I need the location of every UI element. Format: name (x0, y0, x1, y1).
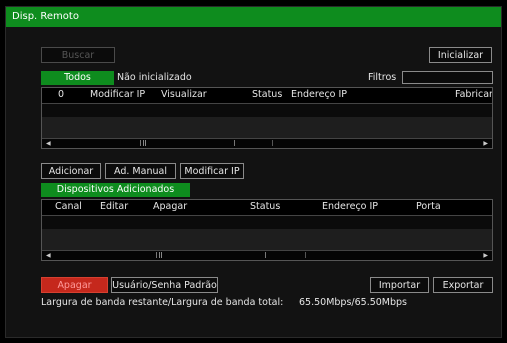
delete-button[interactable]: Apagar (41, 277, 108, 293)
column-header-status: Status (250, 201, 281, 212)
horizontal-scrollbar[interactable]: ◀ ▶ (42, 138, 492, 148)
manual-add-button[interactable]: Ad. Manual (105, 163, 176, 179)
scroll-right-icon[interactable]: ▶ (483, 251, 488, 260)
column-header-manufacturer: Fabricant (455, 89, 492, 100)
scrollbar-thumb[interactable] (156, 252, 266, 258)
import-button[interactable]: Importar (370, 277, 429, 293)
column-header-ip-address: Endereço IP (291, 89, 348, 100)
found-table-header: 0 Modificar IP Visualizar Status Endereç… (42, 88, 492, 104)
window-title: Disp. Remoto (6, 7, 501, 27)
bandwidth-value: 65.50Mbps/65.50Mbps (299, 297, 408, 308)
column-header-delete: Apagar (153, 201, 188, 212)
column-header-select-all[interactable]: 0 (58, 89, 64, 100)
export-button[interactable]: Exportar (433, 277, 493, 293)
column-header-modify-ip: Modificar IP (90, 89, 146, 100)
scroll-left-icon[interactable]: ◀ (46, 139, 51, 148)
initialize-button[interactable]: Inicializar (429, 47, 492, 63)
column-header-ip-address: Endereço IP (322, 201, 379, 212)
scroll-divider (305, 252, 306, 258)
table-row[interactable] (42, 229, 492, 242)
column-header-view: Visualizar (161, 89, 207, 100)
thumb-grip (145, 140, 146, 146)
table-row[interactable] (42, 117, 492, 130)
thumb-grip (161, 252, 162, 258)
remote-device-window: Disp. Remoto Buscar Inicializar Todos Nã… (5, 6, 502, 338)
default-credentials-button[interactable]: Usuário/Senha Padrão (111, 277, 218, 293)
added-table-header: Canal Editar Apagar Status Endereço IP P… (42, 200, 492, 216)
tab-added-devices[interactable]: Dispositivos Adicionados (41, 183, 190, 197)
bandwidth-label: Largura de banda restante/Largura de ban… (41, 297, 284, 308)
found-devices-table: 0 Modificar IP Visualizar Status Endereç… (41, 87, 493, 149)
column-header-port: Porta (416, 201, 441, 212)
filter-input[interactable] (402, 71, 493, 84)
thumb-grip (143, 140, 144, 146)
column-header-channel: Canal (55, 201, 82, 212)
filter-label: Filtros (368, 72, 397, 83)
scrollbar-thumb[interactable] (140, 140, 235, 146)
scroll-divider (272, 140, 273, 146)
modify-ip-button[interactable]: Modificar IP (180, 163, 244, 179)
scroll-left-icon[interactable]: ◀ (46, 251, 51, 260)
add-device-button[interactable]: Adicionar (41, 163, 101, 179)
search-button[interactable]: Buscar (41, 47, 115, 63)
column-header-status: Status (252, 89, 283, 100)
table-row[interactable] (42, 104, 492, 117)
column-header-edit: Editar (100, 201, 129, 212)
horizontal-scrollbar[interactable]: ◀ ▶ (42, 250, 492, 260)
thumb-grip (159, 252, 160, 258)
tab-uninitialized[interactable]: Não inicializado (117, 72, 192, 83)
table-row[interactable] (42, 216, 492, 229)
tab-all[interactable]: Todos (41, 71, 114, 85)
scroll-right-icon[interactable]: ▶ (483, 139, 488, 148)
added-devices-table: Canal Editar Apagar Status Endereço IP P… (41, 199, 493, 261)
